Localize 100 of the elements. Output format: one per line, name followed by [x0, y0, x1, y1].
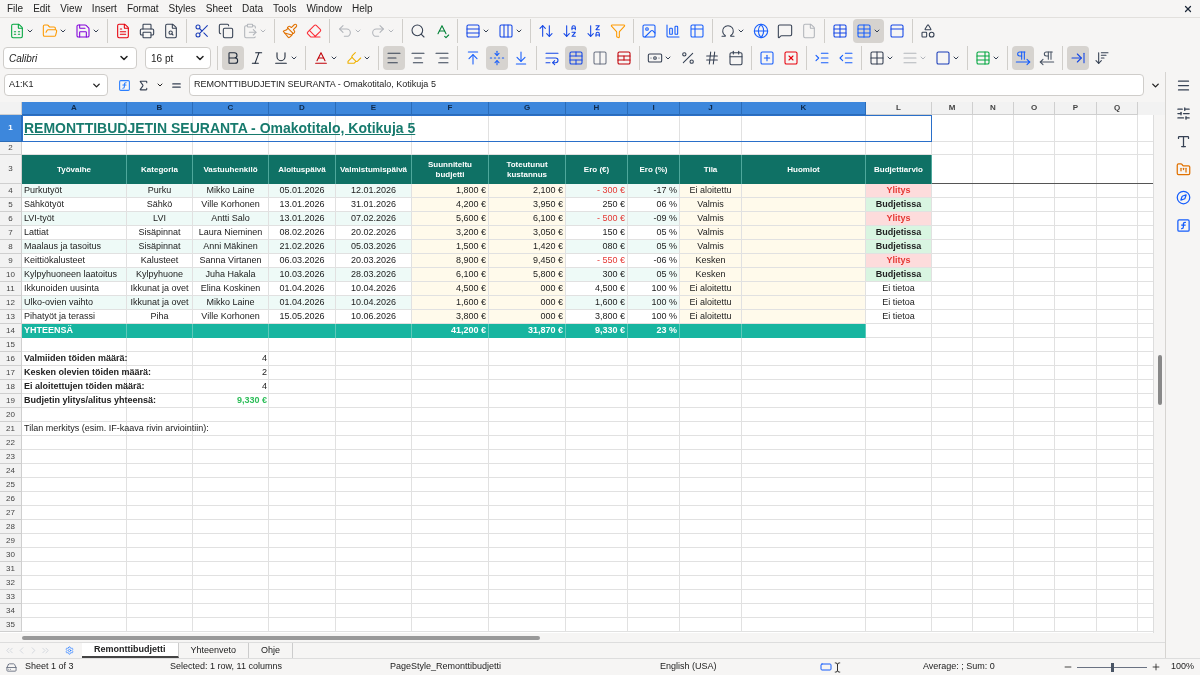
column-header[interactable]: M	[932, 102, 973, 115]
row-header[interactable]: 19	[0, 394, 22, 408]
menu-item[interactable]: Format	[121, 1, 164, 16]
sheet-tab[interactable]: Yhteenveto	[178, 643, 250, 658]
font-name-field[interactable]: Calibri	[3, 47, 137, 69]
text-ltr-button[interactable]	[1067, 46, 1089, 70]
row-header[interactable]: 17	[0, 366, 22, 380]
sheet-tab[interactable]: Remonttibudjetti	[82, 643, 179, 658]
row-header[interactable]: 32	[0, 576, 22, 590]
row-header[interactable]: 3	[0, 155, 22, 184]
row-header[interactable]: 22	[0, 436, 22, 450]
function-wizard-icon[interactable]	[118, 78, 131, 92]
vertical-scrollbar[interactable]	[1153, 115, 1165, 633]
row-header[interactable]: 6	[0, 212, 22, 226]
row-header[interactable]: 27	[0, 506, 22, 520]
column-header[interactable]: K	[742, 102, 866, 115]
zoom-in-icon[interactable]	[1151, 662, 1161, 672]
column-header[interactable]: J	[680, 102, 742, 115]
menu-item[interactable]: Sheet	[200, 1, 237, 16]
menu-item[interactable]: Window	[301, 1, 347, 16]
row-header[interactable]: 9	[0, 254, 22, 268]
menu-item[interactable]: Styles	[163, 1, 201, 16]
styles-icon[interactable]	[1175, 134, 1191, 149]
row-header[interactable]: 31	[0, 562, 22, 576]
row-header[interactable]: 33	[0, 590, 22, 604]
column-header[interactable]: N	[973, 102, 1014, 115]
gallery-icon[interactable]	[1175, 162, 1191, 177]
bold-button[interactable]	[222, 46, 244, 70]
row-header[interactable]: 20	[0, 408, 22, 422]
align-left-button[interactable]	[383, 46, 405, 70]
table-cell: 01.04.2026	[269, 296, 336, 310]
close-icon[interactable]	[1183, 3, 1193, 14]
column-header[interactable]: I	[628, 102, 680, 115]
row-header[interactable]: 26	[0, 492, 22, 506]
menu-item[interactable]: Help	[347, 1, 378, 16]
name-box[interactable]: A1:K1	[4, 74, 108, 96]
row-header[interactable]: 4	[0, 184, 22, 198]
row-header[interactable]: 12	[0, 296, 22, 310]
row-header[interactable]: 23	[0, 450, 22, 464]
column-header[interactable]: C	[193, 102, 269, 115]
row-header[interactable]: 29	[0, 534, 22, 548]
scrollbar-thumb[interactable]	[1157, 355, 1162, 405]
scrollbar-thumb[interactable]	[22, 635, 540, 640]
row-header[interactable]: 18	[0, 380, 22, 394]
undo-icon	[337, 23, 353, 39]
menu-item[interactable]: Data	[236, 1, 269, 16]
navigator-icon[interactable]	[1175, 190, 1191, 205]
selection-mode-icon[interactable]	[820, 661, 832, 673]
formula-input[interactable]: REMONTTIBUDJETIN SEURANTA - Omakotitalo, Kotikuja 5	[189, 74, 1144, 96]
ltr-button[interactable]	[1012, 46, 1034, 70]
row-header[interactable]: 8	[0, 240, 22, 254]
row-header[interactable]: 28	[0, 520, 22, 534]
row-header[interactable]: 15	[0, 338, 22, 352]
merge-center-button[interactable]	[565, 46, 587, 70]
column-header[interactable]: L	[866, 102, 932, 115]
row-header[interactable]: 1	[0, 115, 22, 142]
zoom-slider-thumb[interactable]	[1110, 662, 1114, 672]
calendar-icon	[728, 50, 744, 66]
column-header[interactable]: P	[1055, 102, 1097, 115]
column-header[interactable]: F	[412, 102, 489, 115]
row-header[interactable]: 7	[0, 226, 22, 240]
column-header[interactable]: A	[22, 102, 127, 115]
row-header[interactable]: 24	[0, 464, 22, 478]
row-header[interactable]: 2	[0, 142, 22, 155]
row-header[interactable]: 11	[0, 282, 22, 296]
column-header[interactable]: H	[566, 102, 628, 115]
column-header[interactable]: G	[489, 102, 566, 115]
middle-button[interactable]	[486, 46, 508, 70]
row-header[interactable]: 13	[0, 310, 22, 324]
freeze-button[interactable]	[853, 19, 884, 43]
column-header[interactable]: B	[127, 102, 193, 115]
menu-item[interactable]: File	[2, 1, 29, 16]
menu-item[interactable]: Tools	[268, 1, 302, 16]
functions-icon[interactable]	[1175, 218, 1191, 233]
row-header[interactable]: 21	[0, 422, 22, 436]
column-header[interactable]: E	[336, 102, 412, 115]
menu-item[interactable]: View	[55, 1, 87, 16]
column-header[interactable]: O	[1014, 102, 1055, 115]
horizontal-scrollbar[interactable]	[0, 633, 1165, 642]
row-header[interactable]: 14	[0, 324, 22, 338]
gear-icon[interactable]	[65, 646, 74, 655]
sum-icon[interactable]	[137, 78, 150, 92]
column-header[interactable]: D	[269, 102, 336, 115]
menu-item[interactable]: Insert	[86, 1, 122, 16]
row-header[interactable]: 16	[0, 352, 22, 366]
zoom-level[interactable]: 100%	[1171, 660, 1195, 674]
table-cell: Ei tietoa	[866, 296, 932, 310]
row-header[interactable]: 35	[0, 618, 22, 632]
row-header[interactable]: 34	[0, 604, 22, 618]
font-size-field[interactable]: 16 pt	[145, 47, 211, 69]
row-header[interactable]: 30	[0, 548, 22, 562]
row-header[interactable]: 10	[0, 268, 22, 282]
menu-item[interactable]: Edit	[28, 1, 56, 16]
table-cell: Ei aloitettu	[680, 184, 742, 198]
column-header[interactable]: Q	[1097, 102, 1138, 115]
row-header[interactable]: 5	[0, 198, 22, 212]
menu-icon[interactable]	[1175, 78, 1191, 93]
properties-icon[interactable]	[1175, 106, 1191, 121]
sheet-tab[interactable]: Ohje	[249, 643, 294, 658]
row-header[interactable]: 25	[0, 478, 22, 492]
